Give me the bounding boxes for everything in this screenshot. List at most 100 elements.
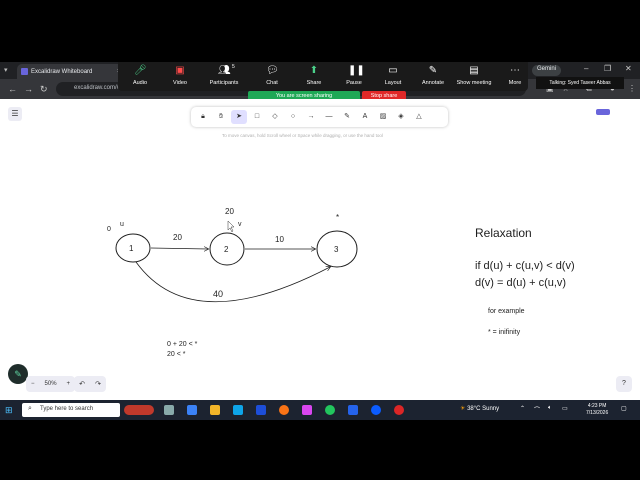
windows-start-icon[interactable]: ⊞ [5, 405, 15, 415]
relaxation-title: Relaxation [475, 226, 532, 240]
firefox-icon[interactable] [279, 405, 289, 415]
edge-1-2-arrow[interactable] [150, 248, 208, 249]
audio-button[interactable]: 🎤︎ Audio [120, 65, 160, 86]
search-placeholder: Type here to search [40, 406, 94, 412]
app-icon[interactable] [302, 405, 312, 415]
back-icon[interactable]: ← [8, 84, 17, 94]
pen-mode-icon[interactable]: ✎ [8, 364, 28, 384]
excalidraw-favicon-icon [21, 68, 28, 75]
layout-icon: ▭ [388, 65, 398, 76]
share-button[interactable]: ⬆ Share [294, 65, 334, 86]
infinity-note: * = inifinity [488, 329, 521, 336]
edge-2-3-weight: 10 [275, 235, 284, 244]
chat-icon: 💬︎ [266, 65, 279, 76]
more-button[interactable]: ⋯ More [495, 65, 535, 86]
screen: ▾ Excalidraw Whiteboard × Gemini – ❐ ✕ ←… [0, 62, 640, 420]
volume-icon[interactable]: 🔈︎ [548, 405, 552, 412]
calc-line-1: 0 + 20 < * [167, 341, 198, 348]
node-3-label: 3 [334, 245, 339, 254]
undo-redo-controls: ↶ ↷ [74, 376, 106, 392]
node-2-label: 2 [224, 245, 229, 254]
forward-icon[interactable]: → [24, 84, 33, 94]
outlook-icon[interactable] [256, 405, 266, 415]
participants-count: 5 [232, 64, 235, 70]
gemini-label: Gemini [537, 66, 557, 72]
restore-icon[interactable]: ❐ [604, 64, 611, 73]
photos-icon[interactable] [348, 405, 358, 415]
audio-label: Audio [132, 80, 148, 86]
taskbar-search-box[interactable]: ⌕ Type here to search [22, 403, 120, 417]
close-window-icon[interactable]: ✕ [625, 64, 632, 73]
redo-icon[interactable]: ↷ [95, 380, 101, 388]
video-off-icon: ▣ [175, 65, 185, 76]
reload-icon[interactable]: ↻ [40, 84, 48, 95]
annotate-button[interactable]: ✎ Annotate [413, 65, 453, 86]
show-meeting-button[interactable]: ▤ Show meeting [454, 65, 494, 86]
calc-line-2: 20 < * [167, 351, 186, 358]
edge-1-2-weight: 20 [173, 233, 182, 242]
pause-button[interactable]: ❚❚ Pause [334, 65, 374, 86]
mic-icon: 🎤︎ [134, 65, 147, 76]
notification-icon[interactable]: ▢ [621, 405, 627, 412]
sun-icon: ☀ [460, 406, 466, 412]
app-red-icon[interactable] [394, 405, 404, 415]
help-icon[interactable]: ? [616, 376, 632, 392]
show-meeting-icon: ▤ [469, 65, 479, 76]
show-meeting-label: Show meeting [456, 80, 492, 86]
clock-time: 4:23 PM [587, 403, 607, 409]
pause-label: Pause [346, 80, 362, 86]
participants-button[interactable]: 👥︎ Participants [204, 65, 244, 86]
layout-label: Layout [384, 80, 402, 86]
layout-button[interactable]: ▭ Layout [373, 65, 413, 86]
more-label: More [508, 80, 522, 86]
graph-drawing [115, 220, 358, 303]
more-icon: ⋯ [510, 65, 520, 76]
annotate-label: Annotate [421, 80, 445, 86]
store-icon[interactable] [233, 405, 243, 415]
news-widget-icon[interactable] [124, 405, 154, 415]
node-2-distance: 20 [225, 207, 234, 216]
browser-tab[interactable]: Excalidraw Whiteboard × [17, 64, 125, 79]
zoom-meeting-toolbar: 🎤︎ Audio ▣ Video 👥︎ Participants 5 💬︎ Chat ⬆… [118, 62, 528, 91]
share-label: Share [306, 80, 322, 86]
tray-chevron-icon[interactable]: ⌃ [520, 405, 525, 412]
zoom-level[interactable]: 50% [40, 381, 62, 387]
participants-label: Participants [209, 80, 239, 86]
tab-search-icon[interactable]: ▾ [4, 66, 13, 75]
video-label: Video [173, 80, 187, 86]
gemini-button[interactable]: Gemini [532, 65, 562, 76]
windows-taskbar: ⊞ ⌕ Type here to search ☀ 38°C Sunny ⌃ ⌒… [0, 400, 640, 420]
zoom-app-icon[interactable] [371, 405, 381, 415]
edge-1-3-arrow[interactable] [135, 261, 330, 303]
pause-icon: ❚❚ [348, 65, 365, 76]
talking-text: Talking: Syed Taseer Abbas [549, 80, 611, 86]
weather-widget[interactable]: ☀ 38°C Sunny [460, 405, 499, 412]
share-icon: ⬆ [309, 65, 319, 76]
node-2-tag: v [238, 221, 242, 228]
chat-button[interactable]: 💬︎ Chat [252, 65, 292, 86]
chat-label: Chat [266, 80, 278, 86]
copilot-icon[interactable] [187, 405, 197, 415]
example-label: for example [488, 308, 525, 315]
chrome-icon[interactable] [325, 405, 335, 415]
undo-icon[interactable]: ↶ [79, 380, 85, 388]
node-1-tag: u [120, 221, 124, 228]
search-icon: ⌕ [28, 405, 32, 412]
node-3-distance: * [336, 213, 340, 222]
clock[interactable]: 4:23 PM 7/13/2026 [586, 403, 608, 417]
relaxation-condition: if d(u) + c(u,v) < d(v) [475, 260, 575, 272]
participants-icon: 👥︎ [218, 65, 231, 76]
task-view-icon[interactable] [164, 405, 174, 415]
network-icon[interactable]: ⌒ [534, 405, 540, 414]
minimize-icon[interactable]: – [584, 64, 588, 73]
battery-icon[interactable]: ▭ [562, 405, 568, 412]
annotate-icon: ✎ [428, 65, 438, 76]
tab-title: Excalidraw Whiteboard [31, 68, 93, 75]
excalidraw-canvas[interactable]: ☰ 🔒︎ ✋︎ ➤ □ ◇ ○ → — ✎ A ▨ ◈ △ To move ca… [0, 99, 640, 400]
video-button[interactable]: ▣ Video [160, 65, 200, 86]
file-explorer-icon[interactable] [210, 405, 220, 415]
browser-menu-icon[interactable]: ⋮ [628, 84, 636, 93]
zoom-controls: − 50% + [26, 376, 76, 392]
zoom-out-button[interactable]: − [26, 381, 40, 387]
clock-date: 7/13/2026 [586, 410, 609, 416]
